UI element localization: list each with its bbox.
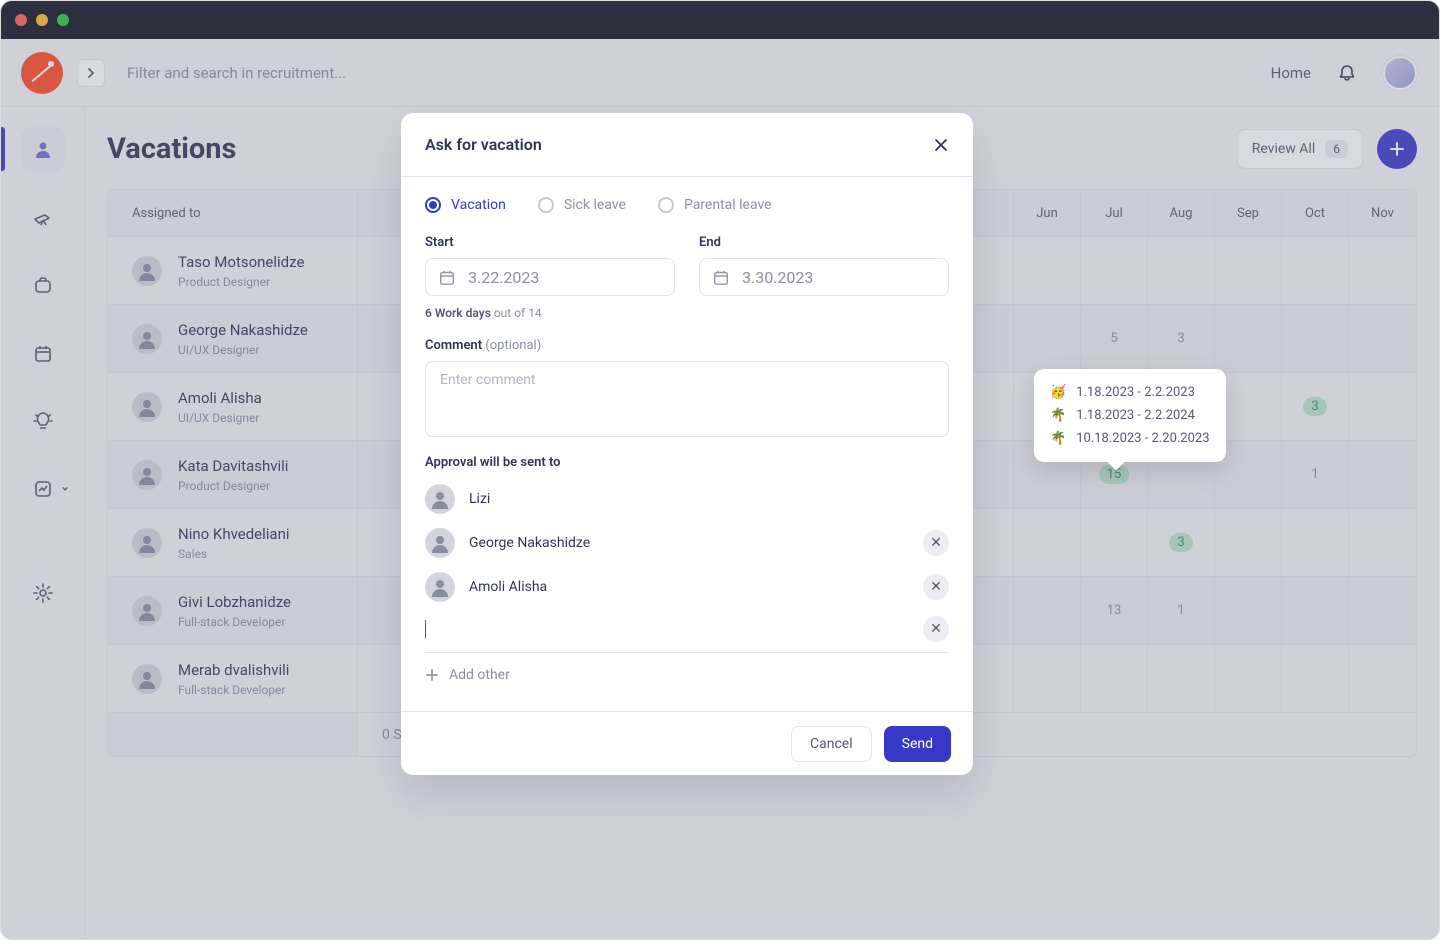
approver-row: Lizi — [425, 484, 949, 514]
end-date-input[interactable]: 3.30.2023 — [699, 258, 949, 296]
approver-name: George Nakashidze — [469, 535, 590, 551]
clear-approver-button[interactable]: ✕ — [923, 616, 949, 642]
radio-parental-leave[interactable]: Parental leave — [658, 197, 772, 213]
plus-icon — [425, 668, 439, 682]
add-other-button[interactable]: Add other — [425, 667, 949, 683]
approver-name: Amoli Alisha — [469, 579, 547, 595]
radio-sick-leave[interactable]: Sick leave — [538, 197, 626, 213]
end-label: End — [699, 235, 949, 250]
remove-approver-button[interactable]: ✕ — [923, 530, 949, 556]
vacation-tooltip: 🥳 1.18.2023 - 2.2.2023 🌴 1.18.2023 - 2.2.20… — [1034, 369, 1226, 462]
calendar-icon — [712, 268, 730, 286]
avatar — [425, 528, 455, 558]
tooltip-line: 🥳 1.18.2023 - 2.2.2023 — [1050, 381, 1210, 404]
approval-label: Approval will be sent to — [425, 455, 949, 470]
workdays-hint: 6 Work days out of 14 — [425, 306, 949, 320]
modal-close-button[interactable] — [933, 137, 949, 153]
avatar — [425, 572, 455, 602]
vacation-modal: Ask for vacation Vacation Sick leave Par… — [401, 113, 973, 775]
tooltip-emoji-icon: 🥳 — [1050, 385, 1066, 400]
tooltip-line: 🌴 1.18.2023 - 2.2.2024 — [1050, 404, 1210, 427]
comment-label: Comment (optional) — [425, 338, 949, 353]
radio-dot-icon — [538, 197, 554, 213]
tooltip-line: 🌴 10.18.2023 - 2.20.2023 — [1050, 427, 1210, 450]
tooltip-range: 1.18.2023 - 2.2.2024 — [1076, 408, 1195, 423]
radio-dot-icon — [425, 197, 441, 213]
tooltip-range: 1.18.2023 - 2.2.2023 — [1076, 385, 1195, 400]
approver-name: Lizi — [469, 491, 490, 507]
calendar-icon — [438, 268, 456, 286]
start-label: Start — [425, 235, 675, 250]
approver-input-row[interactable]: ✕ — [425, 616, 949, 653]
tooltip-range: 10.18.2023 - 2.20.2023 — [1076, 431, 1209, 446]
remove-approver-button[interactable]: ✕ — [923, 574, 949, 600]
comment-textarea[interactable]: Enter comment — [425, 361, 949, 437]
tooltip-emoji-icon: 🌴 — [1050, 408, 1066, 423]
radio-vacation[interactable]: Vacation — [425, 197, 506, 213]
close-icon — [933, 137, 949, 153]
text-cursor — [425, 620, 426, 638]
approver-row: George Nakashidze ✕ — [425, 528, 949, 558]
send-button[interactable]: Send — [884, 726, 951, 762]
modal-title: Ask for vacation — [425, 135, 542, 154]
cancel-button[interactable]: Cancel — [791, 726, 872, 762]
start-date-input[interactable]: 3.22.2023 — [425, 258, 675, 296]
avatar — [425, 484, 455, 514]
radio-dot-icon — [658, 197, 674, 213]
tooltip-emoji-icon: 🌴 — [1050, 431, 1066, 446]
approver-row: Amoli Alisha ✕ — [425, 572, 949, 602]
